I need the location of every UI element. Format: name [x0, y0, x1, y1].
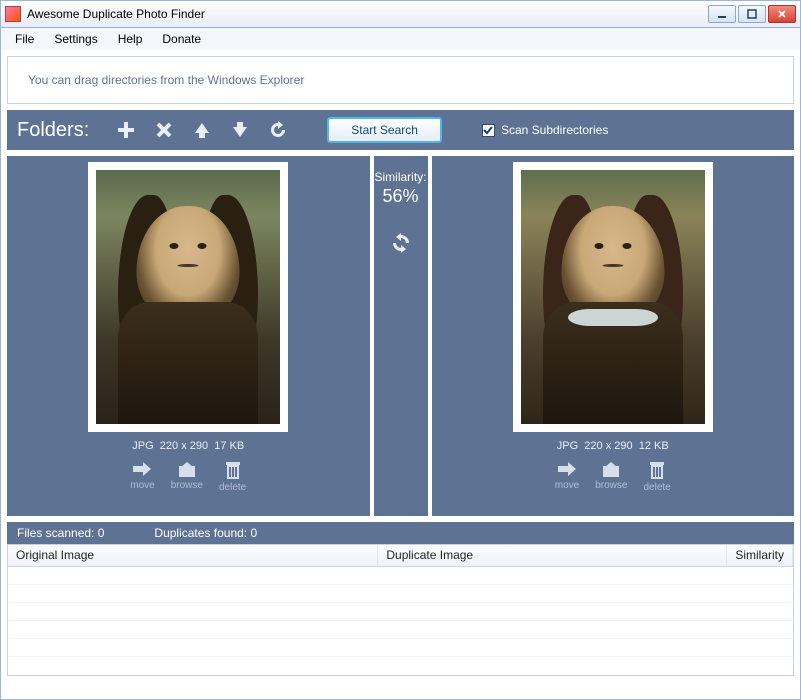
folders-label: Folders: [17, 119, 89, 142]
close-button[interactable] [768, 5, 796, 23]
similarity-column: Similarity: 56% [370, 156, 432, 516]
move-down-button[interactable] [227, 117, 253, 143]
left-image-content [96, 170, 280, 424]
maximize-button[interactable] [738, 5, 766, 23]
right-move-button[interactable]: move [555, 460, 579, 493]
col-original[interactable]: Original Image [8, 545, 378, 566]
col-similarity[interactable]: Similarity [727, 545, 793, 566]
results-table[interactable]: Original Image Duplicate Image Similarit… [7, 544, 794, 676]
table-row[interactable] [8, 585, 793, 603]
folders-toolbar: Folders: Start Search Scan Subdirectorie… [7, 110, 794, 150]
right-browse-button[interactable]: browse [595, 460, 627, 493]
left-delete-button[interactable]: delete [219, 460, 246, 493]
results-body [8, 567, 793, 657]
remove-folder-button[interactable] [151, 117, 177, 143]
table-row[interactable] [8, 603, 793, 621]
table-row[interactable] [8, 639, 793, 657]
left-move-button[interactable]: move [130, 460, 154, 493]
drag-hint[interactable]: You can drag directories from the Window… [7, 56, 794, 104]
swap-button[interactable] [389, 231, 413, 258]
files-scanned: Files scanned: 0 [17, 526, 104, 540]
similarity-value: 56% [382, 186, 418, 207]
refresh-button[interactable] [265, 117, 291, 143]
menu-help[interactable]: Help [108, 30, 153, 48]
compare-panel: JPG 220 x 290 17 KB move browse delete S… [7, 156, 794, 516]
left-image[interactable] [88, 162, 288, 432]
move-up-button[interactable] [189, 117, 215, 143]
add-folder-button[interactable] [113, 117, 139, 143]
right-delete-button[interactable]: delete [643, 460, 670, 493]
right-image-pane: JPG 220 x 290 12 KB move browse delete [432, 156, 795, 516]
start-search-label: Start Search [351, 123, 418, 137]
col-duplicate[interactable]: Duplicate Image [378, 545, 727, 566]
scan-subdirectories-label: Scan Subdirectories [501, 123, 608, 137]
menubar: File Settings Help Donate [0, 28, 801, 50]
duplicates-found: Duplicates found: 0 [154, 526, 257, 540]
left-browse-button[interactable]: browse [171, 460, 203, 493]
menu-file[interactable]: File [5, 30, 44, 48]
window-title: Awesome Duplicate Photo Finder [27, 7, 205, 21]
minimize-button[interactable] [708, 5, 736, 23]
checkbox-icon [482, 124, 495, 137]
menu-donate[interactable]: Donate [152, 30, 211, 48]
scan-subdirectories-checkbox[interactable]: Scan Subdirectories [482, 123, 608, 137]
left-image-pane: JPG 220 x 290 17 KB move browse delete [7, 156, 370, 516]
menu-settings[interactable]: Settings [44, 30, 107, 48]
table-row[interactable] [8, 621, 793, 639]
left-image-info: JPG 220 x 290 17 KB [132, 440, 244, 452]
table-row[interactable] [8, 567, 793, 585]
similarity-label: Similarity: [374, 170, 426, 184]
status-bar: Files scanned: 0 Duplicates found: 0 [7, 522, 794, 544]
drag-hint-text: You can drag directories from the Window… [28, 73, 304, 87]
app-icon [5, 6, 21, 22]
titlebar: Awesome Duplicate Photo Finder [0, 0, 801, 28]
results-header: Original Image Duplicate Image Similarit… [8, 545, 793, 567]
right-image[interactable] [513, 162, 713, 432]
start-search-button[interactable]: Start Search [327, 117, 442, 143]
right-image-info: JPG 220 x 290 12 KB [557, 440, 669, 452]
right-image-content [521, 170, 705, 424]
